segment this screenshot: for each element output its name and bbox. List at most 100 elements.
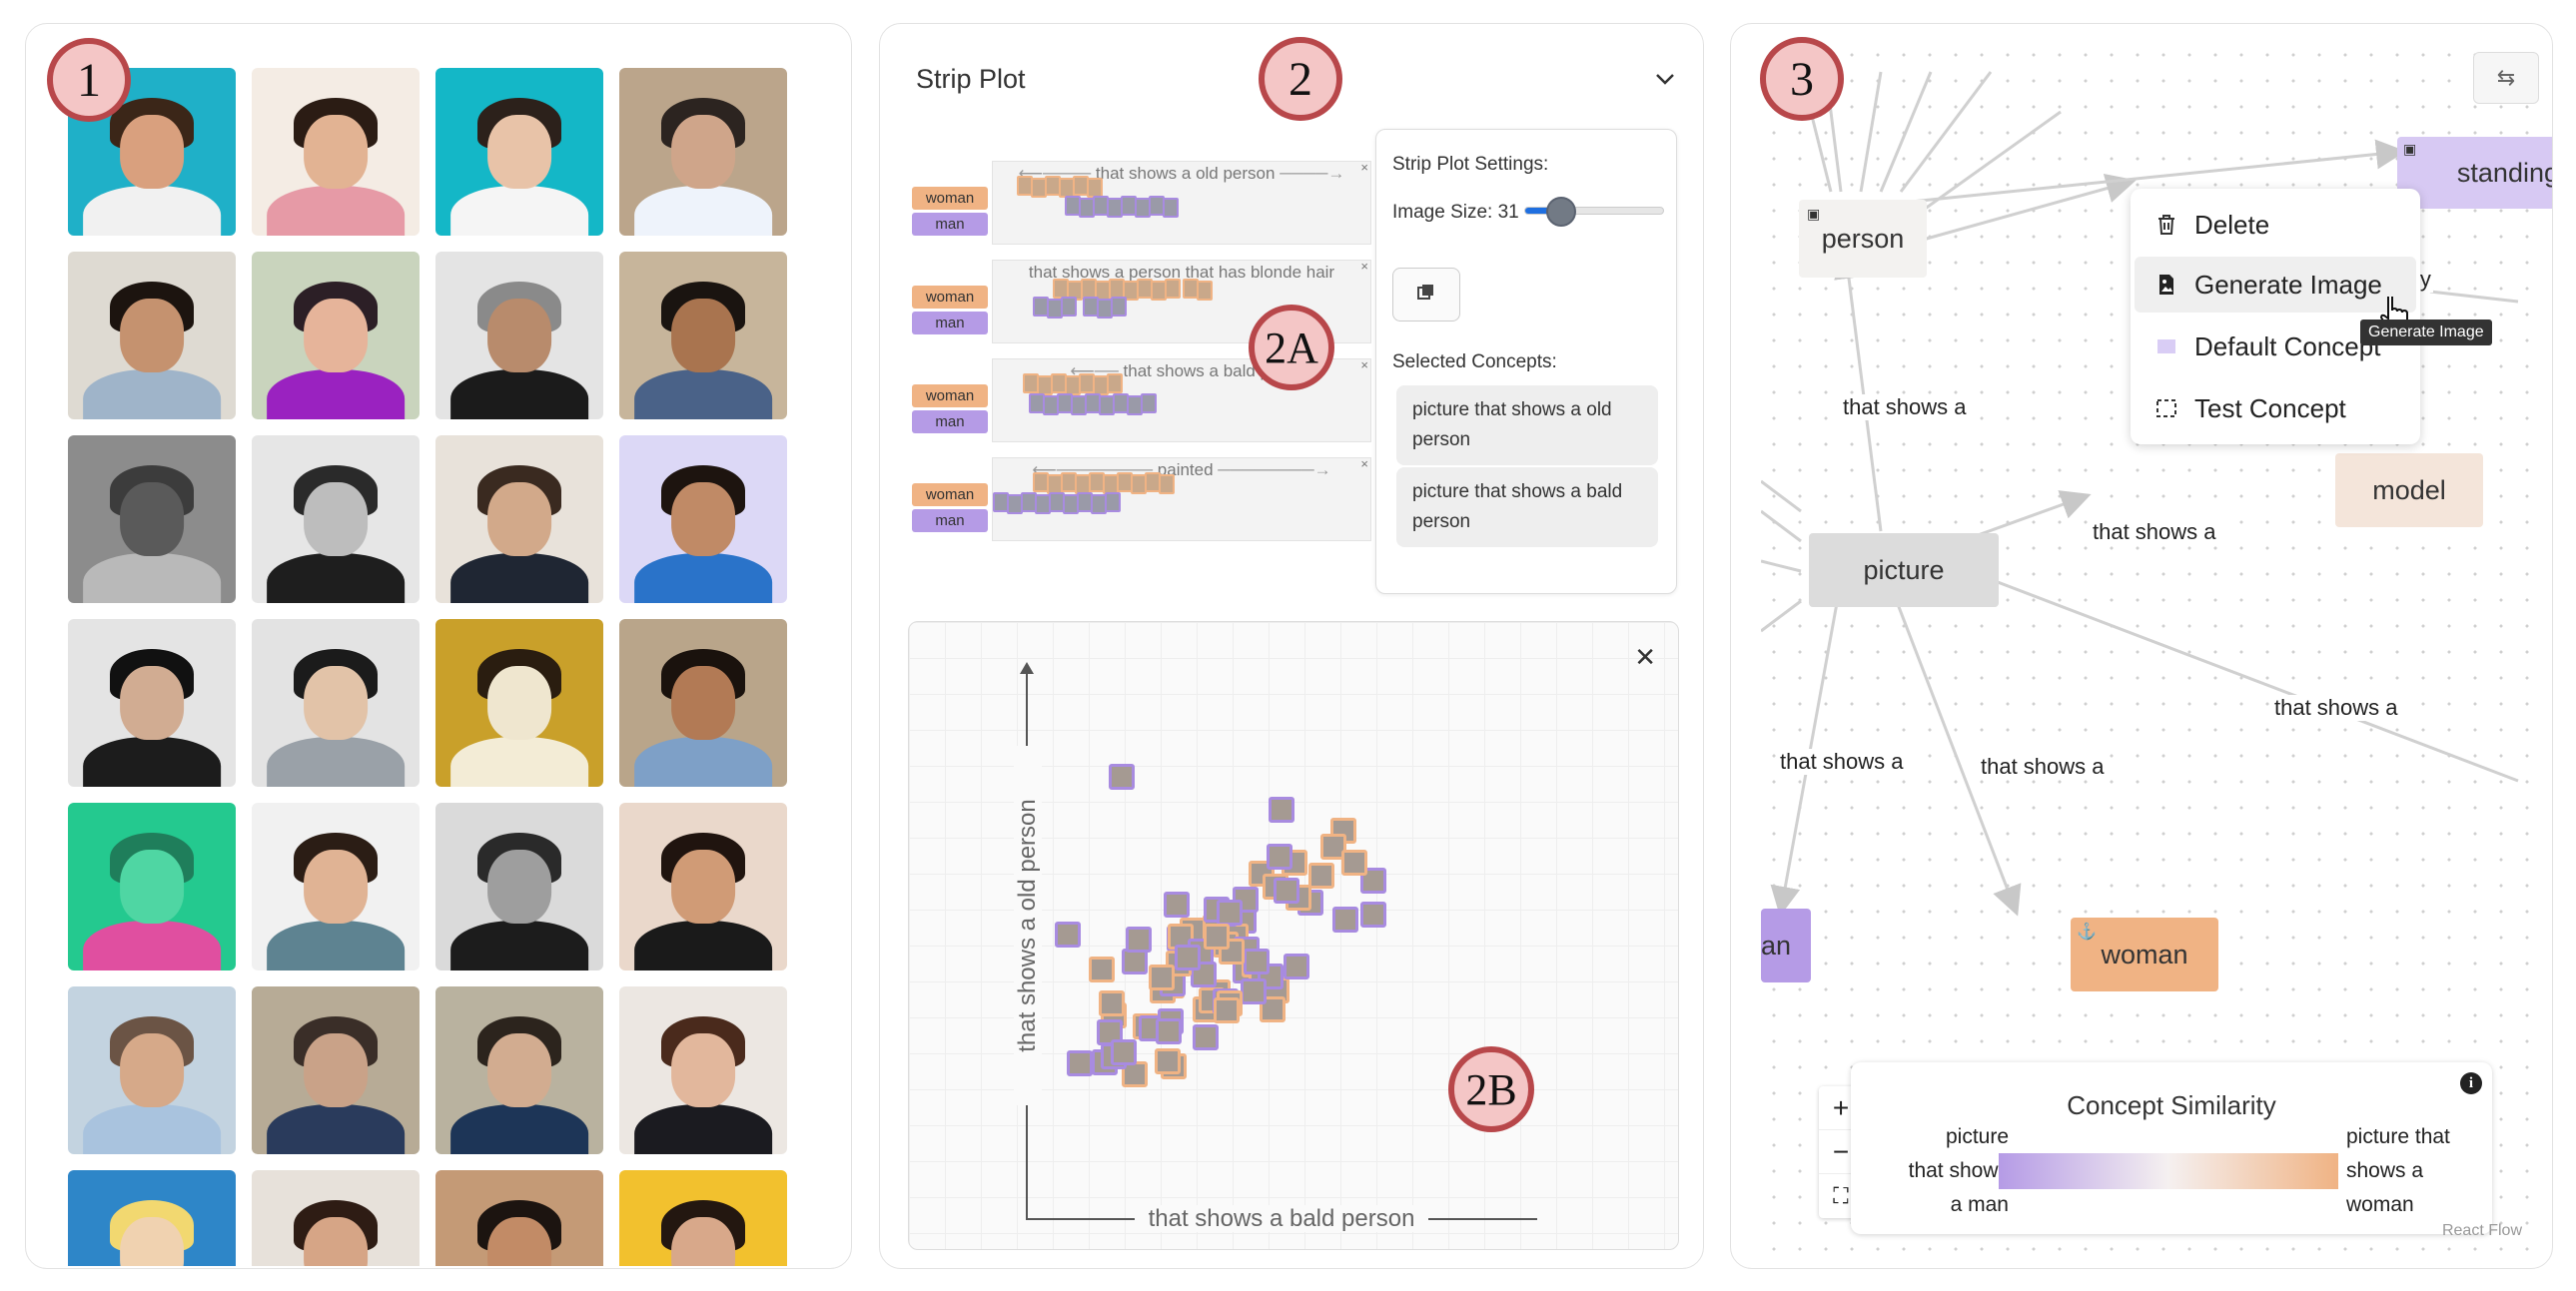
strip-image-mark[interactable] [1163, 198, 1179, 218]
image-icon: ▣ [2403, 141, 2417, 157]
node-standing[interactable]: ▣ standing [2397, 137, 2552, 209]
scatter-image-mark[interactable] [1111, 1039, 1137, 1065]
menu-item-generate-image[interactable]: Generate Image [2135, 257, 2416, 313]
portrait-thumbnail[interactable] [619, 1170, 787, 1266]
swap-icon[interactable]: ⇆ [2473, 52, 2539, 104]
strip-plot-panel: Strip Plot woman man ⟵──── that shows a … [879, 23, 1704, 1269]
portrait-thumbnail[interactable] [619, 68, 787, 236]
scatter-image-mark[interactable] [1308, 863, 1334, 889]
node-woman[interactable]: ⚓ woman [2071, 918, 2218, 991]
scatter-image-mark[interactable] [1155, 1048, 1181, 1074]
scatter-image-mark[interactable] [1193, 1024, 1219, 1050]
graph-canvas[interactable]: ▣ person ▣ standing model picture ⚓ woma… [1761, 42, 2552, 1260]
image-grid [68, 68, 811, 1266]
node-model[interactable]: model [2335, 453, 2483, 527]
strip-image-mark[interactable] [1141, 393, 1157, 413]
portrait-thumbnail[interactable] [68, 986, 236, 1154]
node-picture[interactable]: picture [1809, 533, 1999, 607]
portrait-thumbnail[interactable] [252, 1170, 420, 1266]
strip-caption: that shows a person that has blonde hair [1028, 263, 1335, 282]
scatter-image-mark[interactable] [1341, 850, 1367, 876]
copy-button[interactable] [1392, 268, 1460, 322]
legend-left-label: picture that shows a man [1908, 1125, 2009, 1216]
portrait-thumbnail[interactable] [435, 986, 603, 1154]
node-man[interactable]: an [1761, 909, 1811, 982]
scatter-image-mark[interactable] [1360, 902, 1386, 928]
scatter-image-mark[interactable] [1332, 907, 1358, 933]
strip-image-mark[interactable] [1105, 492, 1121, 512]
portrait-thumbnail[interactable] [435, 1170, 603, 1266]
portrait-thumbnail[interactable] [435, 252, 603, 419]
portrait-thumbnail[interactable] [252, 803, 420, 970]
portrait-thumbnail[interactable] [435, 619, 603, 787]
portrait-thumbnail[interactable] [619, 986, 787, 1154]
portrait-thumbnail[interactable] [435, 435, 603, 603]
scatter-image-mark[interactable] [1241, 978, 1267, 1004]
scatter-image-mark[interactable] [1099, 990, 1125, 1016]
strip-row: woman man ⟵──── that shows a old person … [912, 160, 1371, 245]
scatter-image-mark[interactable] [1204, 924, 1230, 950]
scatter-image-mark[interactable] [1055, 922, 1081, 948]
selected-concept[interactable]: picture that shows a old person [1396, 385, 1658, 465]
portrait-thumbnail[interactable] [435, 68, 603, 236]
anchor-icon: ⚓ [2077, 924, 2097, 941]
portrait-thumbnail[interactable] [252, 435, 420, 603]
menu-item-test-concept[interactable]: Test Concept [2135, 380, 2416, 436]
portrait-thumbnail[interactable] [252, 252, 420, 419]
label-woman: woman [912, 286, 988, 309]
portrait-thumbnail[interactable] [68, 803, 236, 970]
portrait-thumbnail[interactable] [252, 68, 420, 236]
strip-image-mark[interactable] [1159, 474, 1175, 494]
image-icon: ▣ [1807, 206, 1821, 222]
scatter-image-mark[interactable] [1109, 764, 1135, 790]
portrait-thumbnail[interactable] [619, 435, 787, 603]
similarity-gradient-bar [1999, 1153, 2338, 1189]
image-file-icon [2154, 273, 2178, 297]
close-icon[interactable]: × [1360, 259, 1368, 274]
scatter-image-mark[interactable] [1214, 997, 1240, 1023]
scatter-image-mark[interactable] [1149, 965, 1175, 990]
scatter-image-mark[interactable] [1217, 900, 1243, 926]
strip-image-mark[interactable] [1087, 178, 1103, 198]
portrait-thumbnail[interactable] [252, 986, 420, 1154]
scatter-image-mark[interactable] [1284, 954, 1309, 979]
strip-image-mark[interactable] [1107, 373, 1123, 393]
scatter-image-mark[interactable] [1269, 797, 1294, 823]
scatter-image-mark[interactable] [1156, 1018, 1182, 1044]
menu-item-delete[interactable]: Delete [2135, 197, 2416, 253]
label-man: man [912, 509, 988, 532]
selected-concept[interactable]: picture that shows a bald person [1396, 467, 1658, 547]
portrait-thumbnail[interactable] [68, 1170, 236, 1266]
close-icon[interactable]: × [1360, 456, 1368, 471]
chevron-down-icon[interactable] [1654, 66, 1676, 92]
portrait-thumbnail[interactable] [68, 252, 236, 419]
scatter-image-mark[interactable] [1089, 957, 1115, 982]
portrait-thumbnail[interactable] [619, 803, 787, 970]
close-icon[interactable]: ✕ [1634, 642, 1656, 673]
strip-image-mark[interactable] [1061, 297, 1077, 317]
node-person[interactable]: ▣ person [1799, 200, 1927, 278]
scatter-image-mark[interactable] [1164, 892, 1190, 918]
scatter-image-mark[interactable] [1175, 945, 1201, 970]
portrait-thumbnail[interactable] [68, 619, 236, 787]
portrait-thumbnail[interactable] [619, 619, 787, 787]
strip-image-mark[interactable] [1197, 281, 1213, 301]
portrait-thumbnail[interactable] [252, 619, 420, 787]
strip-image-mark[interactable] [1165, 279, 1181, 299]
react-flow-attribution[interactable]: React Flow [2442, 1222, 2522, 1240]
portrait-thumbnail[interactable] [68, 435, 236, 603]
scatter-image-mark[interactable] [1244, 949, 1270, 974]
close-icon[interactable]: × [1360, 357, 1368, 372]
scatter-image-mark[interactable] [1267, 844, 1292, 870]
strip-image-mark[interactable] [1111, 297, 1127, 317]
label-man: man [912, 312, 988, 334]
image-size-slider[interactable] [1524, 197, 1664, 227]
selected-concepts-heading: Selected Concepts: [1392, 351, 1557, 372]
portrait-thumbnail[interactable] [619, 252, 787, 419]
portrait-thumbnail[interactable] [435, 803, 603, 970]
close-icon[interactable]: × [1360, 160, 1368, 175]
scatter-image-mark[interactable] [1126, 927, 1152, 953]
slider-knob[interactable] [1545, 197, 1576, 227]
scatter-image-mark[interactable] [1274, 878, 1299, 904]
scatter-image-mark[interactable] [1067, 1050, 1093, 1076]
